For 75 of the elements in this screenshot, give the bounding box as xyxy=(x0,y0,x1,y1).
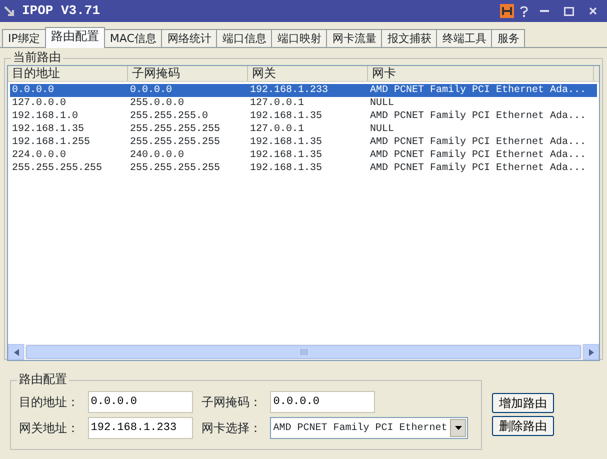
maximize-icon[interactable] xyxy=(564,6,574,16)
table-cell-text: 127.0.0.1 xyxy=(249,123,306,136)
table-cell-text: AMD PCNET Family PCI Ethernet Ada... xyxy=(369,162,586,175)
scrollbar-thumb[interactable] xyxy=(26,345,581,359)
route-button[interactable]: 删除路由 xyxy=(492,416,554,436)
scroll-right-button[interactable] xyxy=(583,344,599,360)
column-header[interactable]: 目的地址 xyxy=(8,66,128,81)
table-cell-text: AMD PCNET Family PCI Ethernet Ada... xyxy=(369,149,586,162)
table-cell-text: 192.168.1.35 xyxy=(249,162,324,175)
table-cell-text: NULL xyxy=(369,97,394,110)
grip-icon xyxy=(300,349,308,355)
table-row[interactable]: 255.255.255.255 255.255.255.255 192.168.1.35 AMD PCNET Family PCI Ethernet Ada... xyxy=(10,162,599,175)
field-label: 目的地址： xyxy=(19,394,79,411)
tab[interactable]: 端口映射 xyxy=(271,29,328,47)
close-icon[interactable] xyxy=(589,7,597,15)
table-cell-text: 127.0.0.0 xyxy=(11,97,68,110)
column-header[interactable]: 子网掩码 xyxy=(128,66,248,81)
table-cell-text: 255.255.255.255 xyxy=(129,123,222,136)
table-row[interactable]: 127.0.0.0 255.0.0.0 127.0.0.1 NULL xyxy=(10,97,599,110)
table-cell-text: AMD PCNET Family PCI Ethernet Ada... xyxy=(369,84,586,97)
table-cell-text: 255.255.255.255 xyxy=(129,162,222,175)
input-field[interactable]: 192.168.1.233 xyxy=(88,417,193,439)
help-icon[interactable] xyxy=(520,6,528,16)
table-cell-text: 192.168.1.35 xyxy=(249,136,324,149)
table-cell-text: 192.168.1.35 xyxy=(249,110,324,123)
table-cell-text: 255.255.255.0 xyxy=(129,110,210,123)
tab[interactable]: MAC信息 xyxy=(104,29,162,47)
tab[interactable]: 网络统计 xyxy=(161,29,218,47)
table-cell-text: 255.255.255.255 xyxy=(129,136,222,149)
table-cell-text: AMD PCNET Family PCI Ethernet Ada... xyxy=(369,110,586,123)
tab[interactable]: IP绑定 xyxy=(2,29,46,47)
field-label: 子网掩码： xyxy=(202,394,262,411)
tab[interactable]: 终端工具 xyxy=(436,29,492,47)
table-cell-text: 192.168.1.255 xyxy=(11,136,92,149)
table-cell-text: 192.168.1.0 xyxy=(11,110,80,123)
column-header[interactable]: 网关 xyxy=(248,66,368,81)
table-cell-text: 192.168.1.233 xyxy=(249,84,330,97)
table-cell-text: NULL xyxy=(369,123,394,136)
input-field[interactable]: 0.0.0.0 xyxy=(88,391,193,413)
field-label: 网卡选择： xyxy=(202,420,262,437)
table-row[interactable]: 192.168.1.255 255.255.255.255 192.168.1.35 AMD PCNET Family PCI Ethernet Ada... xyxy=(10,136,599,149)
route-button[interactable]: 增加路由 xyxy=(492,393,554,413)
table-cell-text: 240.0.0.0 xyxy=(129,149,186,162)
table-row[interactable]: 192.168.1.0 255.255.255.0 192.168.1.35 AMD PCNET Family PCI Ethernet Ada... xyxy=(10,110,599,123)
right-arrow-icon xyxy=(588,348,594,356)
group-title: 当前路由 xyxy=(11,50,63,64)
tab[interactable]: 服务 xyxy=(491,29,526,47)
table-cell-text: 0.0.0.0 xyxy=(129,84,174,97)
table-cell-text: AMD PCNET Family PCI Ethernet Ada... xyxy=(369,136,586,149)
table-cell-text: 255.255.255.255 xyxy=(11,162,104,175)
adapter-select[interactable]: AMD PCNET Family PCI Ethernet xyxy=(270,417,468,439)
table-cell-text: 192.168.1.35 xyxy=(249,149,324,162)
table-row[interactable]: 224.0.0.0 240.0.0.0 192.168.1.35 AMD PCNET Family PCI Ethernet Ada... xyxy=(10,149,599,162)
app-icon xyxy=(4,6,14,16)
table-row[interactable]: 192.168.1.35 255.255.255.255 127.0.0.1 NULL xyxy=(10,123,599,136)
table-cell-text: 192.168.1.35 xyxy=(11,123,86,136)
field-label: 网关地址： xyxy=(19,420,79,437)
pin-icon[interactable] xyxy=(500,4,514,18)
column-header[interactable]: 网卡 xyxy=(368,66,594,81)
dropdown-button[interactable] xyxy=(450,419,466,437)
caret-icon xyxy=(454,426,462,430)
tab[interactable]: 路由配置 xyxy=(44,27,105,48)
tab[interactable]: 报文捕获 xyxy=(381,29,438,47)
table-cell-text: 224.0.0.0 xyxy=(11,149,68,162)
tab[interactable]: 网卡流量 xyxy=(326,29,382,47)
table-cell-text: 255.0.0.0 xyxy=(129,97,186,110)
input-field[interactable]: 0.0.0.0 xyxy=(270,391,376,413)
table-cell-text: 127.0.0.1 xyxy=(249,97,306,110)
scroll-left-button[interactable] xyxy=(8,344,24,360)
group-title: 路由配置 xyxy=(17,372,69,386)
left-arrow-icon xyxy=(14,348,18,356)
selected-row[interactable]: 0.0.0.0 0.0.0.0 192.168.1.233 AMD PCNET Family PCI Ethernet Ada... xyxy=(10,84,597,97)
tab[interactable]: 端口信息 xyxy=(216,29,272,47)
window-title: IPOP V3.71 xyxy=(22,2,100,20)
table-cell-text: 0.0.0.0 xyxy=(11,84,56,97)
